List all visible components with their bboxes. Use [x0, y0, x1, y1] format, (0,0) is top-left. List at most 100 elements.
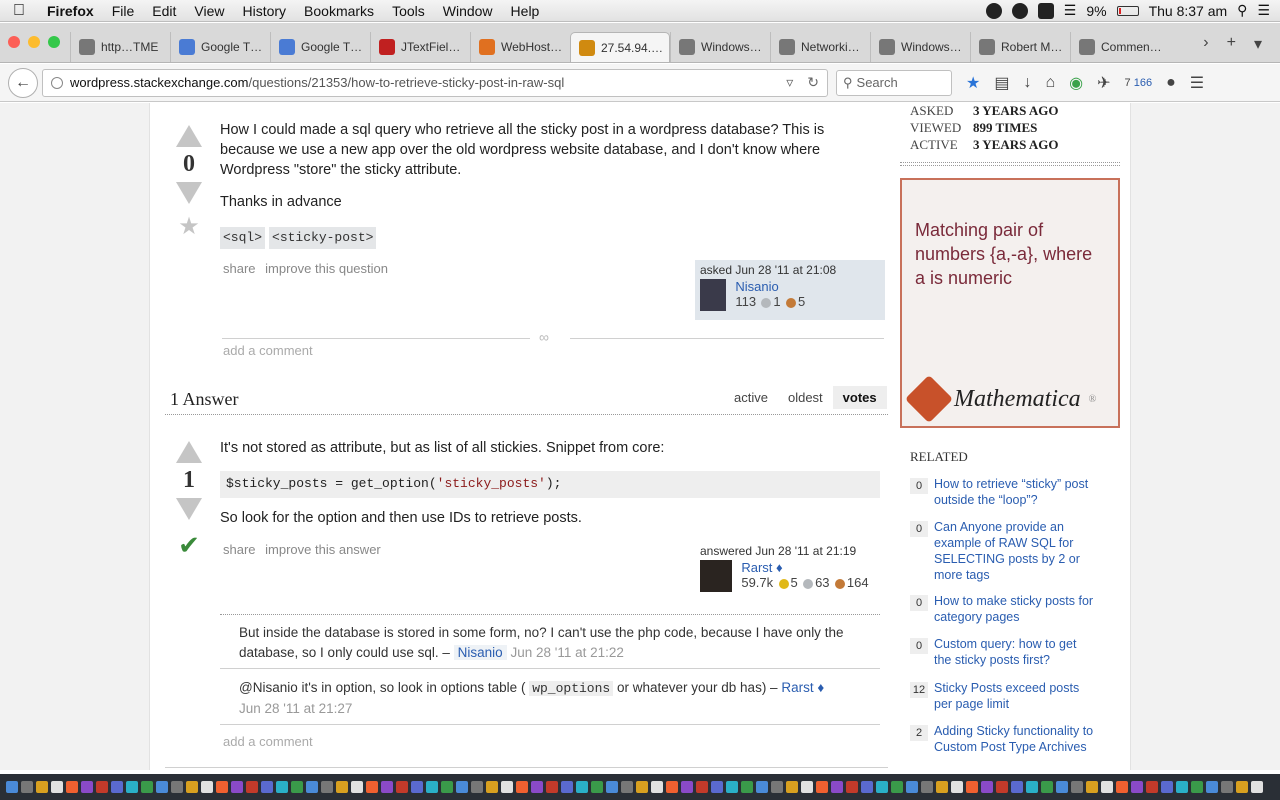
dock-app-icon[interactable] — [981, 781, 993, 793]
dock-app-icon[interactable] — [426, 781, 438, 793]
related-link[interactable]: How to make sticky posts for category pa… — [934, 593, 1094, 625]
dock-app-icon[interactable] — [666, 781, 678, 793]
downvote-arrow-icon[interactable] — [176, 182, 202, 204]
dock-app-icon[interactable] — [66, 781, 78, 793]
dock-app-icon[interactable] — [1071, 781, 1083, 793]
share-link[interactable]: share — [223, 261, 256, 276]
tab-active[interactable]: active — [724, 386, 778, 409]
dock-app-icon[interactable] — [1236, 781, 1248, 793]
menu-file[interactable]: File — [103, 3, 144, 19]
dock-app-icon[interactable] — [1191, 781, 1203, 793]
dock-app-icon[interactable] — [276, 781, 288, 793]
dock-app-icon[interactable] — [351, 781, 363, 793]
browser-tab[interactable]: Google T… — [270, 32, 370, 62]
dock-app-icon[interactable] — [1086, 781, 1098, 793]
dock-app-icon[interactable] — [636, 781, 648, 793]
related-item[interactable]: 2 Adding Sticky functionality to Custom P… — [910, 723, 1094, 755]
dock-app-icon[interactable] — [1116, 781, 1128, 793]
tab-scroll-right-icon[interactable]: › — [1203, 34, 1208, 54]
dock-app-icon[interactable] — [726, 781, 738, 793]
dock-app-icon[interactable] — [951, 781, 963, 793]
comment-user[interactable]: Rarst ♦ — [781, 680, 824, 695]
avatar[interactable] — [700, 560, 732, 592]
dock-app-icon[interactable] — [816, 781, 828, 793]
browser-tab[interactable]: Google T… — [170, 32, 270, 62]
dock-app-icon[interactable] — [396, 781, 408, 793]
related-item[interactable]: 0 Custom query: how to get the sticky pos… — [910, 636, 1094, 668]
dock-app-icon[interactable] — [141, 781, 153, 793]
menu-window[interactable]: Window — [434, 3, 502, 19]
dock-app-icon[interactable] — [696, 781, 708, 793]
related-link[interactable]: Sticky Posts exceed posts per page limit — [934, 680, 1094, 712]
dock-app-icon[interactable] — [561, 781, 573, 793]
dock-app-icon[interactable] — [441, 781, 453, 793]
dock-app-icon[interactable] — [471, 781, 483, 793]
dock-app-icon[interactable] — [1251, 781, 1263, 793]
dock-app-icon[interactable] — [906, 781, 918, 793]
tab-oldest[interactable]: oldest — [778, 386, 833, 409]
dock-app-icon[interactable] — [186, 781, 198, 793]
dock-app-icon[interactable] — [501, 781, 513, 793]
home-icon[interactable]: ⌂ — [1045, 74, 1055, 92]
related-item[interactable]: 12 Sticky Posts exceed posts per page lim… — [910, 680, 1094, 712]
dock-app-icon[interactable] — [336, 781, 348, 793]
dock-app-icon[interactable] — [291, 781, 303, 793]
minimize-window-button[interactable] — [28, 36, 40, 48]
dock-app-icon[interactable] — [1026, 781, 1038, 793]
add-comment-link[interactable]: add a comment — [223, 343, 313, 358]
related-link[interactable]: How to retrieve “sticky” post outside th… — [934, 476, 1094, 508]
dock-app-icon[interactable] — [771, 781, 783, 793]
dock-app-icon[interactable] — [261, 781, 273, 793]
tag-sticky-post[interactable]: <sticky-post> — [269, 227, 377, 249]
dock-app-icon[interactable] — [156, 781, 168, 793]
related-link[interactable]: Adding Sticky functionality to Custom Po… — [934, 723, 1094, 755]
browser-tab[interactable]: 27.54.94.… — [570, 32, 670, 62]
dock-app-icon[interactable] — [756, 781, 768, 793]
site-identity-icon[interactable] — [51, 76, 63, 89]
browser-tab[interactable]: Windows… — [670, 32, 770, 62]
tab-votes[interactable]: votes — [832, 386, 887, 409]
se-inbox-counts[interactable]: 7 166 — [1125, 77, 1153, 89]
extension-icon[interactable]: ◉ — [1069, 73, 1083, 93]
related-item[interactable]: 0 How to retrieve “sticky” post outside t… — [910, 476, 1094, 508]
dock-app-icon[interactable] — [921, 781, 933, 793]
bookmark-star-icon[interactable]: ★ — [966, 73, 980, 93]
se-extension-icon[interactable]: ✈ — [1097, 73, 1110, 93]
dock-app-icon[interactable] — [1041, 781, 1053, 793]
dock-app-icon[interactable] — [681, 781, 693, 793]
dock-app-icon[interactable] — [861, 781, 873, 793]
dock-app-icon[interactable] — [1146, 781, 1158, 793]
url-bar[interactable]: wordpress.stackexchange.com /questions/2… — [42, 68, 828, 97]
dock-app-icon[interactable] — [516, 781, 528, 793]
dock-app-icon[interactable] — [246, 781, 258, 793]
dock-app-icon[interactable] — [1011, 781, 1023, 793]
share-link[interactable]: share — [223, 542, 256, 557]
improve-question-link[interactable]: improve this question — [265, 261, 388, 276]
browser-tab[interactable]: JTextFiel… — [370, 32, 470, 62]
dock-app-icon[interactable] — [36, 781, 48, 793]
dock-app-icon[interactable] — [1101, 781, 1113, 793]
apple-menu-icon[interactable]:  — [0, 2, 38, 20]
add-comment-link[interactable]: add a comment — [223, 734, 313, 749]
dock-app-icon[interactable] — [1176, 781, 1188, 793]
dock-app-icon[interactable] — [1221, 781, 1233, 793]
dock-app-icon[interactable] — [576, 781, 588, 793]
sidebar-ad[interactable]: Matching pair of numbers {a,-a}, where a… — [900, 178, 1120, 428]
bookmarks-menu-icon[interactable]: ▤ — [994, 73, 1009, 93]
dock-app-icon[interactable] — [801, 781, 813, 793]
dock-app-icon[interactable] — [846, 781, 858, 793]
wifi-icon[interactable]: ☰ — [1064, 2, 1077, 19]
reload-icon[interactable]: ↻ — [807, 74, 819, 91]
dock-app-icon[interactable] — [81, 781, 93, 793]
spotlight-search-icon[interactable]: ⚲ — [1237, 2, 1247, 19]
dock-app-icon[interactable] — [126, 781, 138, 793]
answerer-name[interactable]: Rarst ♦ — [741, 560, 782, 575]
dock-app-icon[interactable] — [1206, 781, 1218, 793]
browser-tab[interactable]: Robert M… — [970, 32, 1070, 62]
dock-app-icon[interactable] — [486, 781, 498, 793]
comment-date[interactable]: Jun 28 '11 at 21:27 — [239, 701, 352, 716]
favorite-star-icon[interactable]: ★ — [178, 212, 200, 241]
back-button[interactable]: ← — [8, 67, 38, 98]
menu-help[interactable]: Help — [502, 3, 549, 19]
dock-app-icon[interactable] — [786, 781, 798, 793]
